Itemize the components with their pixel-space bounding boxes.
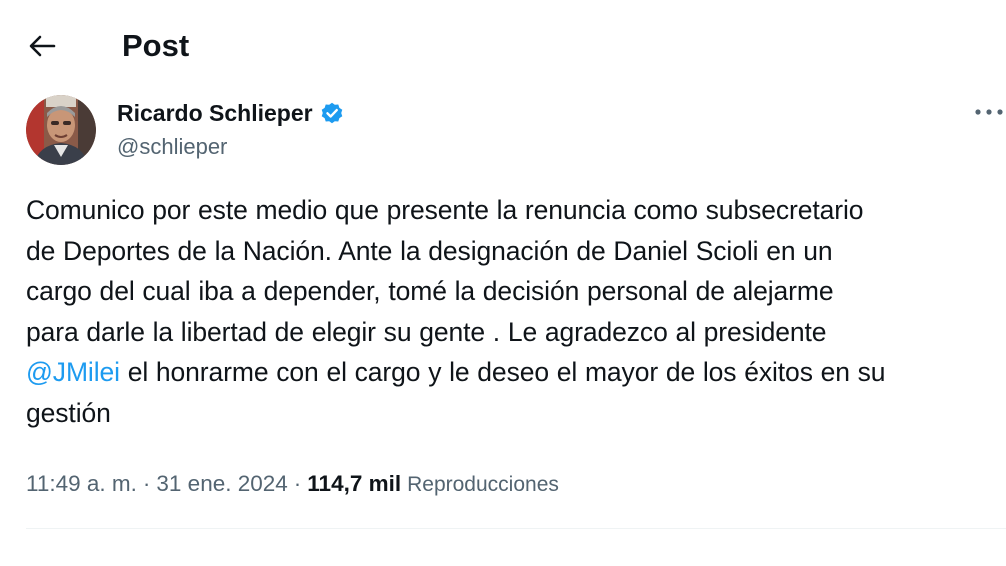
tweet-text-segment: el honrarme con el cargo y le deseo el m… — [119, 357, 886, 387]
tweet-meta: 11:49 a. m. · 31 ene. 2024 · 114,7 mil R… — [26, 468, 559, 500]
tweet-time[interactable]: 11:49 a. m. — [26, 468, 137, 500]
tweet-text: Comunico por este medio que presente la … — [26, 190, 1001, 433]
tweet-text-line: Comunico por este medio que presente la … — [26, 195, 864, 225]
mention-link[interactable]: @JMilei — [26, 357, 120, 387]
divider — [26, 528, 1006, 529]
tweet-text-line: gestión — [26, 397, 111, 428]
more-options-button[interactable] — [969, 97, 1006, 127]
page-title: Post — [122, 28, 190, 63]
tweet-text-line: cargo del cual iba a depender, tomé la d… — [26, 276, 834, 306]
author-handle[interactable]: @schlieper — [117, 133, 227, 161]
post-header: Post — [0, 0, 1006, 90]
tweet-text-line: @JMilei el honrarme con el cargo y le de… — [26, 352, 1001, 393]
author-name-text: Ricardo Schlieper — [117, 100, 313, 126]
meta-separator: · — [142, 471, 151, 496]
more-horizontal-icon — [975, 109, 1003, 115]
views-count: 114,7 mil — [307, 471, 402, 496]
author-name[interactable]: Ricardo Schlieper — [117, 99, 345, 127]
back-button[interactable] — [22, 26, 62, 66]
tweet-text-line: para darle la libertad de elegir su gent… — [26, 316, 827, 347]
tweet-text-line: de Deportes de la Nación. Ante la design… — [26, 235, 833, 266]
avatar-image — [26, 95, 96, 165]
tweet-date[interactable]: 31 ene. 2024 — [156, 468, 287, 500]
verified-badge-icon[interactable] — [319, 100, 345, 126]
views-label: Reproducciones — [407, 473, 559, 496]
author-block: Ricardo Schlieper @schlieper — [26, 95, 1003, 167]
arrow-left-icon — [29, 35, 56, 57]
avatar[interactable] — [26, 95, 96, 165]
meta-separator: · — [293, 471, 302, 496]
